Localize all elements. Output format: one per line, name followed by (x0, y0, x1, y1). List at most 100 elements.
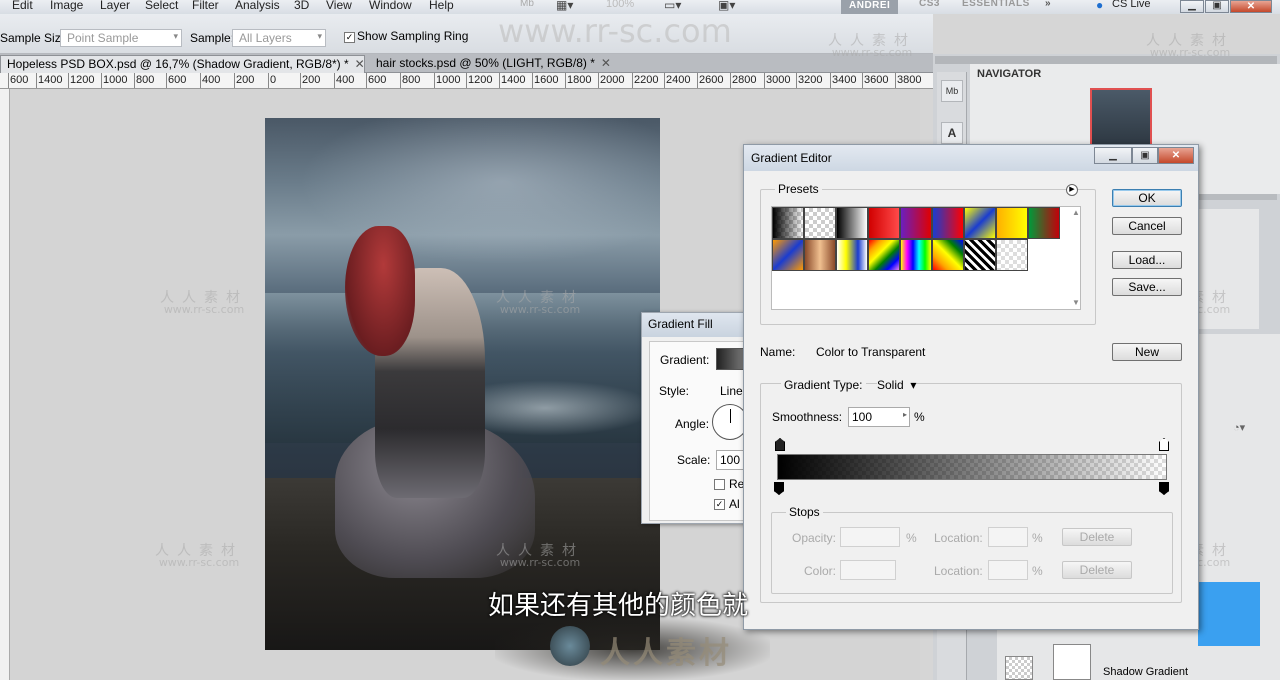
show-ring-checkbox[interactable]: ✓ (344, 32, 355, 43)
style-value[interactable]: Line (720, 384, 743, 398)
layer-name[interactable]: Shadow Gradient (1103, 666, 1188, 678)
gradient-preset-swatch[interactable] (868, 239, 900, 271)
watermark-url: www.rr-sc.com (163, 303, 245, 316)
gradient-preset-swatch[interactable] (804, 239, 836, 271)
watermark-url: www.rr-sc.com (1149, 46, 1231, 59)
character-icon[interactable]: A (941, 122, 963, 144)
mini-bridge-button[interactable]: Mb (520, 0, 534, 9)
ruler-label: 800 (136, 74, 155, 86)
minimize-button[interactable]: ▁ (1094, 147, 1132, 164)
reverse-checkbox[interactable] (714, 479, 725, 490)
smoothness-input[interactable]: 100 ▸ (848, 407, 910, 427)
menu-filter[interactable]: Filter (192, 0, 219, 12)
watermark-url: www.rr-sc.com (499, 556, 581, 569)
ok-button[interactable]: OK (1112, 189, 1182, 207)
menu-view[interactable]: View (326, 0, 352, 12)
tab-hopeless-psd[interactable]: Hopeless PSD BOX.psd @ 16,7% (Shadow Gra… (0, 55, 365, 73)
scroll-up-icon[interactable]: ▲ (1072, 208, 1080, 217)
opacity-stop-left[interactable] (775, 438, 785, 451)
menu-image[interactable]: Image (50, 0, 83, 12)
menu-select[interactable]: Select (145, 0, 178, 12)
delete-color-button[interactable]: Delete (1062, 561, 1132, 579)
navigator-tab[interactable]: NAVIGATOR (970, 64, 1050, 84)
menu-layer[interactable]: Layer (100, 0, 130, 12)
watermark-url: www.rr-sc.com (831, 46, 913, 59)
gradient-type-select[interactable]: Solid ▾ (877, 378, 917, 392)
mini-bridge-icon[interactable]: Mb (941, 80, 963, 102)
close-icon[interactable]: ✕ (601, 56, 611, 70)
align-checkbox[interactable]: ✓ (714, 499, 725, 510)
gradient-preset-swatch[interactable] (900, 239, 932, 271)
cancel-button[interactable]: Cancel (1112, 217, 1182, 235)
opacity-location-input[interactable] (988, 527, 1028, 547)
minimize-button[interactable]: ▁ (1180, 0, 1204, 13)
gradient-preset-swatch[interactable] (772, 239, 804, 271)
gradient-preset-swatch[interactable] (996, 207, 1028, 239)
sample-size-select[interactable]: Point Sample ▾ (60, 29, 182, 47)
watermark: 人人素材www.rr-sc.com (155, 544, 243, 569)
gradient-preset-swatch[interactable] (964, 239, 996, 271)
opacity-stop-right[interactable] (1159, 438, 1169, 451)
maximize-button[interactable]: ▣ (1132, 147, 1158, 164)
menu-edit[interactable]: Edit (12, 0, 33, 12)
menu-help[interactable]: Help (429, 0, 454, 12)
presets-grid[interactable] (771, 206, 1081, 310)
load-button[interactable]: Load... (1112, 251, 1182, 269)
gradient-preset-swatch[interactable] (996, 239, 1028, 271)
presets-group: Presets ▶ ▲ ▼ (760, 182, 1096, 325)
ruler-label: 800 (402, 74, 421, 86)
close-button[interactable]: ✕ (1158, 147, 1194, 164)
menu-analysis[interactable]: Analysis (235, 0, 280, 12)
gradient-preset-swatch[interactable] (964, 207, 996, 239)
gradient-preset-swatch[interactable] (772, 207, 804, 239)
color-stop-left[interactable] (774, 482, 784, 495)
document-image[interactable] (265, 118, 660, 650)
gradient-preset-swatch[interactable] (836, 207, 868, 239)
view-extras-icon[interactable]: ▣▾ (718, 0, 735, 12)
save-button[interactable]: Save... (1112, 278, 1182, 296)
zoom-level[interactable]: 100% (606, 0, 634, 10)
color-swatch[interactable] (840, 560, 896, 580)
color-stop-right[interactable] (1159, 482, 1169, 495)
workspace-active[interactable]: ANDREI (841, 0, 899, 14)
navigator-thumbnail[interactable] (1090, 88, 1152, 150)
menu-window[interactable]: Window (369, 0, 412, 12)
layer-thumbnail[interactable] (1005, 656, 1033, 680)
delete-opacity-button[interactable]: Delete (1062, 528, 1132, 546)
gradient-preset-swatch[interactable] (932, 239, 964, 271)
gradient-preset-swatch[interactable] (900, 207, 932, 239)
layer-selected[interactable] (1198, 582, 1260, 646)
gradient-preset-swatch[interactable] (868, 207, 900, 239)
gradient-preset-swatch[interactable] (804, 207, 836, 239)
workspace-cs3[interactable]: CS3 (919, 0, 940, 14)
color-location-input[interactable] (988, 560, 1028, 580)
maximize-button[interactable]: ▣ (1205, 0, 1229, 13)
menu-3d[interactable]: 3D (294, 0, 309, 12)
stepper-icon[interactable]: ▸ (903, 410, 907, 419)
gradient-preset-swatch[interactable] (932, 207, 964, 239)
gradient-bar[interactable] (777, 454, 1167, 480)
tab-hair-stocks[interactable]: hair stocks.psd @ 50% (LIGHT, RGB/8) * ✕ (370, 55, 611, 73)
scroll-down-icon[interactable]: ▼ (1072, 298, 1080, 307)
ruler-label: 200 (302, 74, 321, 86)
gradient-preset-swatch[interactable] (1028, 207, 1060, 239)
name-field[interactable]: Color to Transparent (816, 345, 925, 359)
new-button[interactable]: New (1112, 343, 1182, 361)
workspace-more[interactable]: » (1045, 0, 1051, 14)
close-button[interactable]: ✕ (1230, 0, 1272, 13)
gradient-preset-swatch[interactable] (836, 239, 868, 271)
screen-mode-icon[interactable]: ▦▾ (556, 0, 573, 12)
layer-mask-thumbnail[interactable] (1053, 644, 1091, 680)
watermark-url: www.rr-sc.com (499, 303, 581, 316)
visibility-icon[interactable]: ◔▾ (1233, 421, 1245, 434)
arrange-icon[interactable]: ▭▾ (664, 0, 681, 12)
gradient-type-value: Solid (877, 378, 904, 392)
sample-select[interactable]: All Layers ▾ (232, 29, 326, 47)
cs-live-button[interactable]: CS Live (1112, 0, 1151, 10)
sample-label: Sample: (190, 31, 235, 45)
workspace-essentials[interactable]: ESSENTIALS (962, 0, 1030, 14)
presets-menu-icon[interactable]: ▶ (1066, 184, 1078, 196)
close-icon[interactable]: ✕ (355, 57, 365, 71)
ruler-label: 1200 (70, 74, 95, 86)
opacity-input[interactable] (840, 527, 900, 547)
